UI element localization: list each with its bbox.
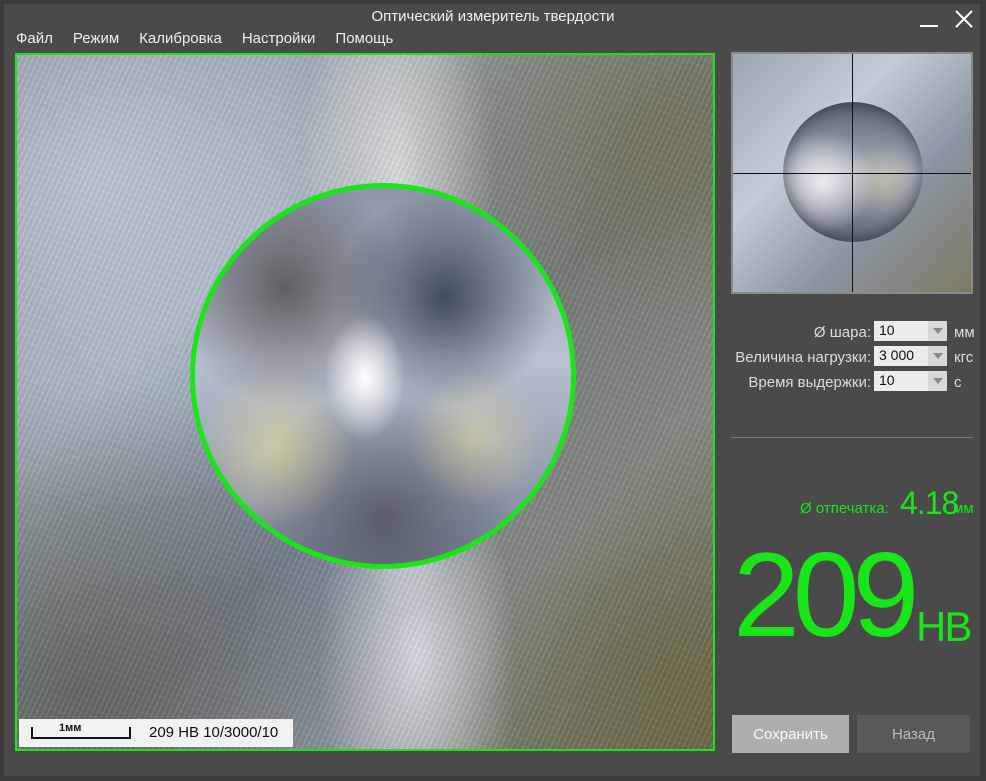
indentation-outline[interactable] [190, 183, 576, 569]
ball-diameter-label: Ø шара: [813, 324, 871, 341]
param-ball-row: Ø шара: 10 мм [726, 320, 978, 345]
scale-label: 1мм [59, 722, 82, 734]
crosshair-horizontal [733, 173, 971, 174]
overview-thumbnail[interactable] [731, 52, 973, 294]
chevron-down-icon[interactable] [928, 371, 947, 391]
close-icon [955, 10, 973, 28]
ball-diameter-select[interactable]: 10 [874, 321, 947, 341]
menu-mode[interactable]: Режим [73, 30, 119, 48]
hardness-value: 209 [733, 528, 919, 662]
minimize-icon [920, 25, 938, 27]
minimize-button[interactable] [918, 8, 940, 30]
load-value: 3 000 [879, 347, 915, 363]
indent-diameter-value: 4.18 [900, 485, 959, 521]
chevron-down-icon[interactable] [928, 321, 947, 341]
window-title: Оптический измеритель твердости [371, 8, 615, 25]
microscope-image-view[interactable]: 1мм 209 HB 10/3000/10 [15, 53, 715, 751]
close-button[interactable] [953, 8, 975, 30]
chevron-down-icon[interactable] [928, 346, 947, 366]
menu-calibration[interactable]: Калибровка [139, 30, 222, 48]
dwell-value: 10 [879, 372, 895, 388]
menu-settings[interactable]: Настройки [242, 30, 316, 48]
save-button[interactable]: Сохранить [732, 715, 849, 753]
scale-bar-panel: 1мм 209 HB 10/3000/10 [19, 719, 293, 747]
divider [731, 437, 973, 438]
test-parameters: Ø шара: 10 мм Величина нагрузки: 3 000 к… [726, 320, 978, 395]
menu-file[interactable]: Файл [16, 30, 53, 48]
param-dwell-row: Время выдержки: 10 с [726, 370, 978, 395]
dwell-label: Время выдержки: [748, 374, 871, 391]
menu-help[interactable]: Помощь [335, 30, 393, 48]
menu-bar: Файл Режим Калибровка Настройки Помощь [16, 30, 393, 48]
thumbnail-indentation [783, 102, 923, 242]
hardness-unit: HB [916, 603, 972, 650]
load-label: Величина нагрузки: [735, 349, 871, 366]
ball-diameter-value: 10 [879, 322, 895, 338]
dwell-select[interactable]: 10 [874, 371, 947, 391]
back-button[interactable]: Назад [857, 715, 970, 753]
indent-diameter-label: Ø отпечатка: [800, 500, 889, 517]
load-unit: кгс [954, 349, 974, 366]
load-select[interactable]: 3 000 [874, 346, 947, 366]
dwell-unit: с [954, 374, 962, 391]
ball-diameter-unit: мм [954, 324, 975, 341]
indent-diameter-unit: мм [953, 500, 974, 517]
param-load-row: Величина нагрузки: 3 000 кгс [726, 345, 978, 370]
measurement-stamp: 209 HB 10/3000/10 [149, 724, 279, 741]
